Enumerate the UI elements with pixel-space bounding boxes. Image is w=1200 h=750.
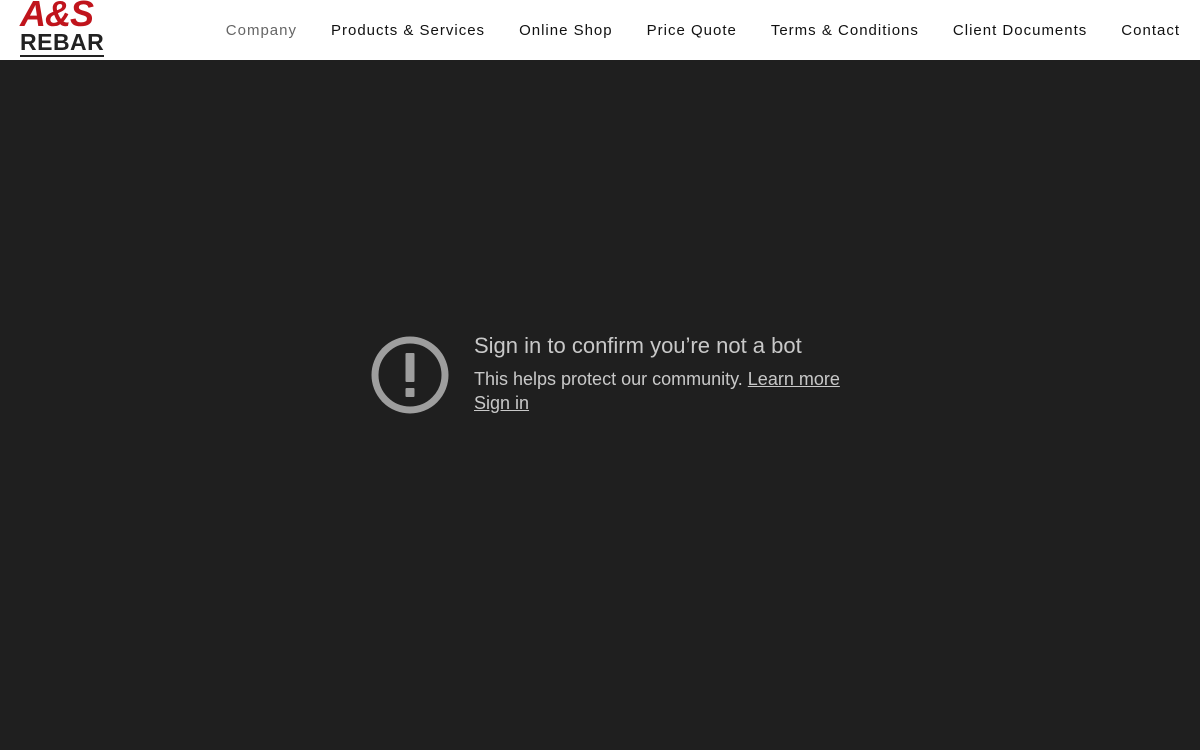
notice-title: Sign in to confirm you’re not a bot [474,333,802,358]
main-navigation: Company Products & Services Online Shop … [209,0,1200,60]
nav-item-contact[interactable]: Contact [1104,22,1200,39]
nav-item-price-quote[interactable]: Price Quote [630,22,754,39]
logo-underline [20,55,104,57]
nav-item-online-shop[interactable]: Online Shop [502,22,630,39]
nav-item-products-services[interactable]: Products & Services [314,22,502,39]
notice-description-line: This helps protect our community. Learn … [474,367,840,391]
learn-more-link[interactable]: Learn more [748,369,840,389]
bot-check-notice: Sign in to confirm you’re not a bot This… [370,333,890,423]
nav-item-client-documents[interactable]: Client Documents [936,22,1104,39]
site-header: A&S REBAR Company Products & Services On… [0,0,1200,60]
nav-item-company[interactable]: Company [209,22,314,39]
sign-in-link[interactable]: Sign in [474,391,529,415]
notice-text-block: Sign in to confirm you’re not a bot This… [474,333,840,415]
nav-item-terms-conditions[interactable]: Terms & Conditions [754,22,936,39]
notice-description: This helps protect our community. [474,369,743,389]
alert-circle-icon [370,335,450,415]
company-logo[interactable]: A&S REBAR [20,0,106,60]
logo-wordmark-bottom: REBAR [20,29,105,55]
